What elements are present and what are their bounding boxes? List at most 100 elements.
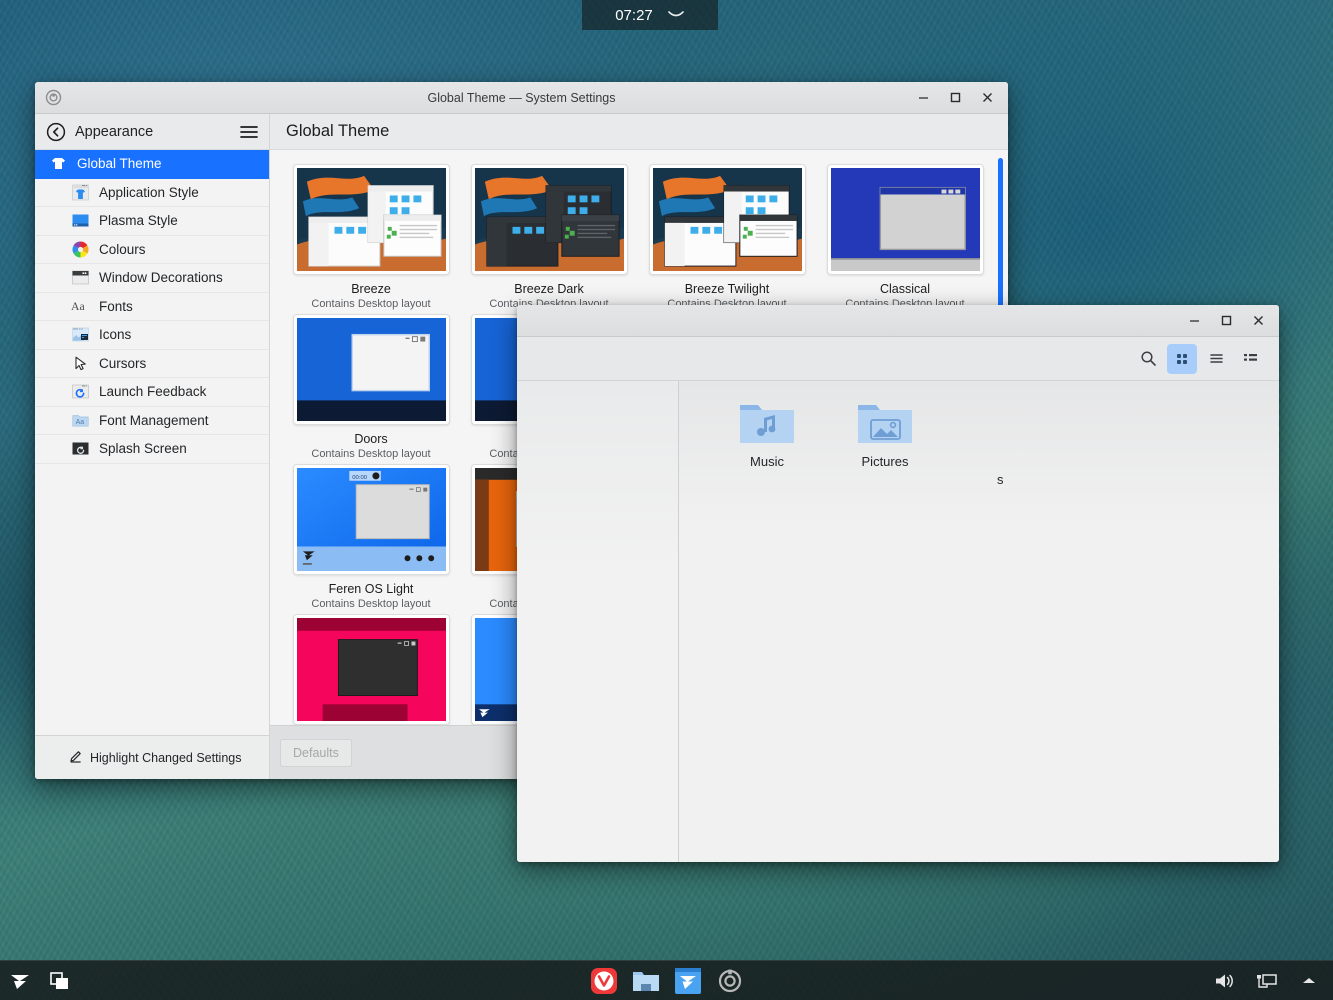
tshirt-icon bbox=[49, 155, 67, 173]
close-icon[interactable] bbox=[1243, 308, 1273, 334]
chevron-up-icon[interactable] bbox=[1295, 967, 1323, 995]
theme-thumbnail bbox=[293, 314, 450, 425]
settings-window-title: Global Theme — System Settings bbox=[35, 91, 1008, 105]
pictures-folder-icon bbox=[856, 399, 914, 447]
sidebar-item-label: Plasma Style bbox=[99, 213, 178, 228]
speaker-icon[interactable] bbox=[1211, 967, 1239, 995]
gear-icon[interactable] bbox=[715, 966, 745, 996]
theme-name: Feren OS Light bbox=[329, 582, 414, 596]
system-settings-icon bbox=[35, 82, 65, 114]
clock-label: 07:27 bbox=[615, 7, 653, 24]
folder-icon[interactable] bbox=[631, 966, 661, 996]
file-item-pictures[interactable]: Pictures bbox=[837, 399, 933, 469]
highlight-pen-icon bbox=[69, 749, 83, 766]
feren-bird-logo-icon[interactable] bbox=[8, 967, 36, 995]
theme-thumbnail bbox=[827, 164, 984, 275]
file-manager-window-controls[interactable] bbox=[1179, 308, 1279, 334]
splash-screen-icon bbox=[71, 440, 89, 458]
sidebar-item-cursors[interactable]: Cursors bbox=[35, 350, 269, 379]
theme-card-breeze-dark[interactable]: Breeze Dark Contains Desktop layout bbox=[460, 158, 638, 308]
desktop-icon bbox=[71, 212, 89, 230]
file-manager-titlebar[interactable] bbox=[517, 305, 1279, 337]
file-manager-item-grid: Music Pictures bbox=[679, 399, 1279, 469]
sidebar-item-label: Application Style bbox=[99, 185, 199, 200]
window-switcher-icon[interactable] bbox=[46, 967, 74, 995]
details-view-icon[interactable] bbox=[1235, 344, 1265, 374]
file-item-music[interactable]: Music bbox=[719, 399, 815, 469]
sidebar-item-label: Cursors bbox=[99, 356, 146, 371]
file-manager-body: Music Pictures bbox=[517, 381, 1279, 862]
sidebar-header: Appearance bbox=[35, 114, 269, 150]
hamburger-menu-icon[interactable] bbox=[239, 124, 259, 140]
file-manager-toolbar bbox=[517, 337, 1279, 381]
network-icon[interactable] bbox=[1253, 967, 1281, 995]
window-titlebar-icon bbox=[71, 269, 89, 287]
highlight-changed-settings-label: Highlight Changed Settings bbox=[90, 751, 242, 765]
minimize-icon[interactable] bbox=[908, 85, 938, 111]
sidebar-item-splash-screen[interactable]: Splash Screen bbox=[35, 435, 269, 464]
minimize-icon[interactable] bbox=[1179, 308, 1209, 334]
theme-thumbnail bbox=[471, 164, 628, 275]
sidebar-item-global-theme[interactable]: Global Theme bbox=[35, 150, 269, 179]
theme-card-feren-os-light[interactable]: 00:00 Feren OS Light Contains bbox=[282, 458, 460, 608]
back-arrow-icon[interactable] bbox=[46, 122, 66, 142]
theme-thumbnail: 00:00 bbox=[293, 464, 450, 575]
sidebar-item-label: Font Management bbox=[99, 413, 209, 428]
theme-card-mac-dark-partial[interactable] bbox=[282, 608, 460, 725]
sidebar-item-window-decorations[interactable]: Window Decorations bbox=[35, 264, 269, 293]
music-folder-icon bbox=[738, 399, 796, 447]
sidebar-item-launch-feedback[interactable]: Launch Feedback bbox=[35, 378, 269, 407]
sidebar-item-label: Splash Screen bbox=[99, 441, 187, 456]
svg-text:00:00: 00:00 bbox=[352, 475, 368, 481]
theme-name: Classical bbox=[880, 282, 930, 296]
maximize-icon[interactable] bbox=[1211, 308, 1241, 334]
font-aa-icon: Aa bbox=[71, 297, 89, 315]
theme-card-classical[interactable]: Classical Contains Desktop layout bbox=[816, 158, 994, 308]
icons-icon bbox=[71, 326, 89, 344]
sidebar-item-application-style[interactable]: Application Style bbox=[35, 179, 269, 208]
file-manager-content[interactable]: Music Pictures bbox=[679, 381, 1279, 862]
feren-app-icon[interactable] bbox=[673, 966, 703, 996]
sidebar-item-font-management[interactable]: Aa Font Management bbox=[35, 407, 269, 436]
vivaldi-icon[interactable] bbox=[589, 966, 619, 996]
svg-text:Aa: Aa bbox=[71, 300, 85, 313]
sidebar-item-label: Window Decorations bbox=[99, 270, 223, 285]
file-item-label: Music bbox=[750, 454, 784, 469]
theme-thumbnail bbox=[293, 164, 450, 275]
launch-spinner-icon bbox=[71, 383, 89, 401]
sidebar-item-fonts[interactable]: Aa Fonts bbox=[35, 293, 269, 322]
cursor-arrow-icon bbox=[71, 354, 89, 372]
settings-window-controls[interactable] bbox=[908, 85, 1008, 111]
maximize-icon[interactable] bbox=[940, 85, 970, 111]
list-view-icon[interactable] bbox=[1201, 344, 1231, 374]
sidebar-item-colours[interactable]: Colours bbox=[35, 236, 269, 265]
top-clock-panel[interactable]: 07:27 bbox=[582, 0, 718, 30]
font-folder-icon: Aa bbox=[71, 411, 89, 429]
theme-name: Doors bbox=[354, 432, 387, 446]
tshirt-window-icon bbox=[71, 183, 89, 201]
close-icon[interactable] bbox=[972, 85, 1002, 111]
settings-titlebar[interactable]: Global Theme — System Settings bbox=[35, 82, 1008, 114]
file-item-label-partial: s bbox=[997, 472, 1004, 487]
chevron-down-icon[interactable] bbox=[667, 10, 685, 20]
colour-wheel-icon bbox=[71, 240, 89, 258]
theme-card-doors[interactable]: Doors Contains Desktop layout bbox=[282, 308, 460, 458]
highlight-changed-settings-button[interactable]: Highlight Changed Settings bbox=[35, 735, 269, 779]
sidebar-item-label: Fonts bbox=[99, 299, 133, 314]
theme-card-breeze[interactable]: Breeze Contains Desktop layout bbox=[282, 158, 460, 308]
file-manager-sidebar[interactable] bbox=[517, 381, 679, 862]
sidebar-item-plasma-style[interactable]: Plasma Style bbox=[35, 207, 269, 236]
grid-view-icon[interactable] bbox=[1167, 344, 1197, 374]
taskbar-panel bbox=[0, 960, 1333, 1000]
file-manager-window[interactable]: Music Pictures bbox=[517, 305, 1279, 862]
theme-thumbnail bbox=[293, 614, 450, 725]
sidebar-item-icons[interactable]: Icons bbox=[35, 321, 269, 350]
file-item-label: Pictures bbox=[862, 454, 909, 469]
defaults-button[interactable]: Defaults bbox=[280, 739, 352, 767]
theme-thumbnail bbox=[649, 164, 806, 275]
content-header: Global Theme bbox=[270, 114, 1008, 150]
sidebar-item-label: Global Theme bbox=[77, 156, 162, 171]
theme-card-breeze-twilight[interactable]: Breeze Twilight Contains Desktop layout bbox=[638, 158, 816, 308]
search-icon[interactable] bbox=[1133, 344, 1163, 374]
sidebar-item-label: Colours bbox=[99, 242, 146, 257]
